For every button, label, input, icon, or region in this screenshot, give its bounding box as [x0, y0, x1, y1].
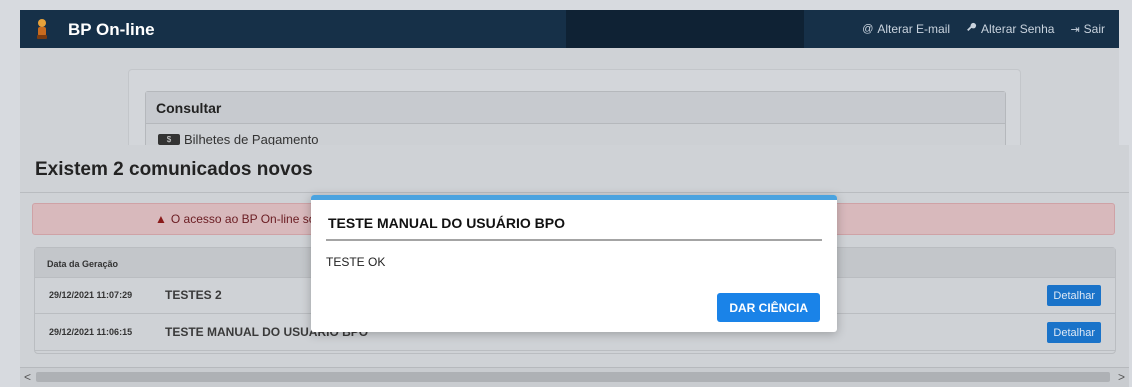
change-password-label: Alterar Senha [981, 22, 1055, 36]
change-email-link[interactable]: @ Alterar E-mail [862, 22, 950, 36]
navbar-links: @ Alterar E-mail Alterar Senha ⇥ Sair [862, 22, 1105, 36]
key-icon [966, 22, 977, 36]
money-icon: $ [158, 134, 180, 145]
dialog-body: TESTE OK [326, 255, 386, 269]
scroll-left-icon[interactable]: < [24, 370, 31, 384]
details-button[interactable]: Detalhar [1047, 322, 1101, 343]
scrollbar-thumb[interactable] [36, 372, 1110, 382]
dialog-divider [326, 239, 822, 241]
change-email-label: Alterar E-mail [877, 22, 951, 36]
details-button[interactable]: Detalhar [1047, 285, 1101, 306]
announcements-title: Existem 2 comunicados novos [35, 159, 313, 180]
logout-link[interactable]: ⇥ Sair [1070, 22, 1105, 36]
app-title[interactable]: BP On-line [68, 20, 155, 40]
warning-icon: ▲ [155, 212, 167, 226]
consultar-heading: Consultar [146, 92, 1005, 124]
consultar-panel: Consultar $ Bilhetes de Pagamento [145, 91, 1006, 151]
logout-label: Sair [1083, 22, 1105, 36]
at-icon: @ [862, 23, 874, 35]
sign-out-icon: ⇥ [1070, 23, 1080, 36]
row-date: 29/12/2021 11:07:29 [49, 290, 133, 300]
horizontal-scrollbar[interactable]: < > [20, 367, 1129, 387]
dialog-title: TESTE MANUAL DO USUÁRIO BPO [328, 215, 565, 231]
acknowledge-button[interactable]: DAR CIÊNCIA [717, 293, 820, 322]
change-password-link[interactable]: Alterar Senha [966, 22, 1054, 36]
divider [20, 192, 1129, 193]
top-navbar: BP On-line @ Alterar E-mail Alterar Senh… [20, 10, 1119, 54]
scroll-right-icon[interactable]: > [1118, 370, 1125, 384]
row-date: 29/12/2021 11:06:15 [49, 327, 133, 337]
dialog-accent-bar [311, 195, 837, 200]
logo-icon [37, 19, 47, 39]
row-subject: TESTES 2 [165, 288, 222, 302]
manual-dialog: TESTE MANUAL DO USUÁRIO BPO TESTE OK DAR… [311, 195, 837, 332]
